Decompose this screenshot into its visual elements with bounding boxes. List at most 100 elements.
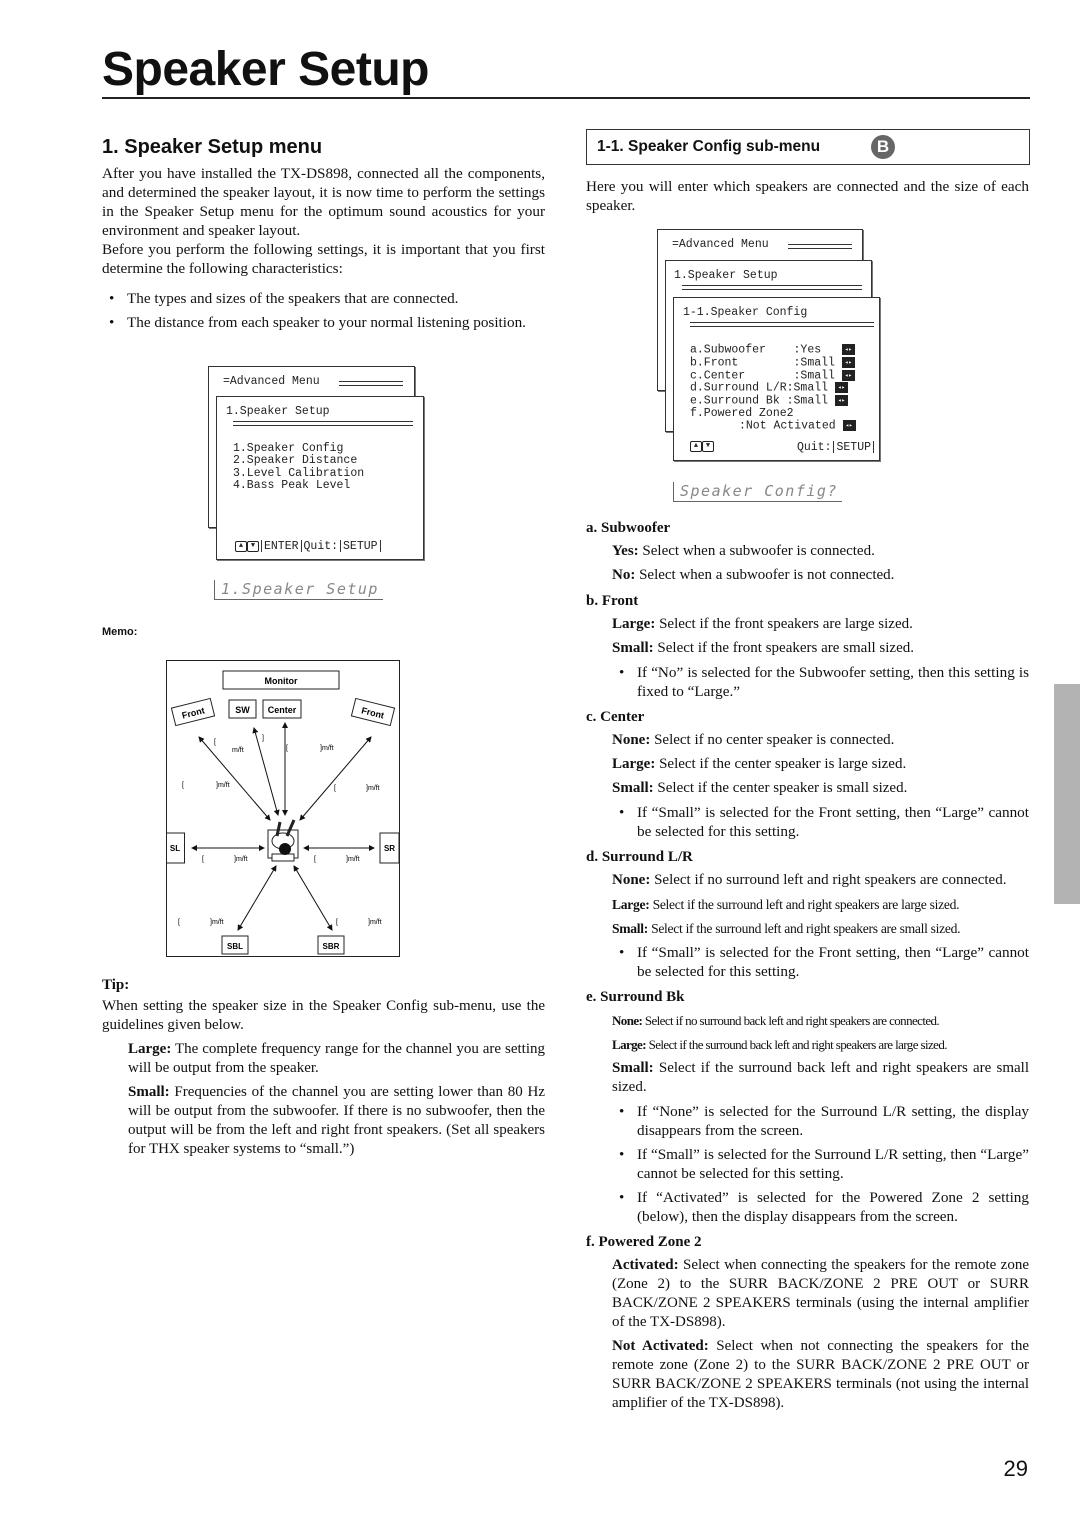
note: If “No” is selected for the Subwoofer se… <box>612 663 1029 701</box>
osd-zone-value: :Not Activated <box>739 419 836 433</box>
option-small: Small: Select if the front speakers are … <box>612 640 914 656</box>
distance-unit: ]m/ft <box>234 856 248 863</box>
up-arrow-icon: ▲ <box>235 540 247 552</box>
submenu-intro: Here you will enter which speakers are c… <box>586 178 1029 214</box>
tip-small: Small: Frequencies of the channel you ar… <box>128 1084 545 1157</box>
distance-bracket[interactable]: [ <box>178 919 180 926</box>
list-item: The distance from each speaker to your n… <box>102 313 545 332</box>
intro-paragraph: After you have installed the TX-DS898, c… <box>102 164 545 278</box>
speaker-layout-diagram: Monitor SW Center Front Front SL SR SBL … <box>166 660 400 957</box>
settings-sections: a. Subwoofer Yes: Select when a subwoofe… <box>586 520 1029 1418</box>
osd-menu-list: 1.Speaker Config 2.Speaker Distance 3.Le… <box>233 442 364 492</box>
osd-config-row[interactable]: d.Surround L/R:Small ◂▸ <box>690 382 856 395</box>
osd-zone-label[interactable]: f.Powered Zone2 <box>690 407 856 420</box>
osd-mid-title: 1.Speaker Setup <box>674 269 778 282</box>
option-small: Small: Select if the center speaker is s… <box>612 780 908 796</box>
sr-label: SR <box>384 844 395 853</box>
distance-bracket[interactable]: [ <box>314 856 316 863</box>
left-right-icon: ◂▸ <box>834 382 848 394</box>
distance-bracket[interactable]: [ <box>286 745 288 752</box>
osd-rule <box>682 285 862 290</box>
option-large: Large: Select if the surround back left … <box>612 1037 947 1052</box>
distance-bracket[interactable]: [ <box>334 785 336 792</box>
osd-setup-label: SETUP <box>836 441 871 455</box>
tip-large: Large: The complete frequency range for … <box>128 1041 545 1076</box>
lcd-display: 1.Speaker Setup <box>214 580 383 600</box>
option-large: Large: Select if the center speaker is l… <box>612 756 907 772</box>
badge-b-icon: B <box>871 135 895 159</box>
section-heading: e. Surround Bk <box>586 989 685 1005</box>
left-right-icon: ◂▸ <box>842 420 856 432</box>
sw-label: SW <box>235 705 250 715</box>
sl-label: SL <box>170 844 180 853</box>
osd-zone-row[interactable]: :Not Activated ◂▸ <box>690 420 856 433</box>
left-right-icon: ◂▸ <box>841 344 855 355</box>
osd-menu-item[interactable]: 4.Bass Peak Level <box>233 479 364 492</box>
note: If “Small” is selected for the Front set… <box>612 803 1029 841</box>
tip-heading: Tip: <box>102 977 130 993</box>
option-yes: Yes: Select when a subwoofer is connecte… <box>612 543 875 559</box>
note: If “Activated” is selected for the Power… <box>612 1188 1029 1226</box>
page-title: Speaker Setup <box>102 43 429 96</box>
section-heading: d. Surround L/R <box>586 849 693 865</box>
distance-bracket[interactable]: [ <box>202 856 204 863</box>
distance-unit: m/ft <box>232 747 244 754</box>
svg-text:]: ] <box>262 735 264 742</box>
left-right-icon: ◂▸ <box>834 395 848 407</box>
section-powered-zone2: f. Powered Zone 2 Activated: Select when… <box>586 1234 1029 1413</box>
lcd-display: Speaker Config? <box>673 482 842 502</box>
option-large: Large: Select if the front speakers are … <box>612 616 913 632</box>
option-no: No: Select when a subwoofer is not conne… <box>612 567 895 583</box>
osd-enter-label: ENTER <box>264 540 299 554</box>
osd-footer: ▲ ▼ Quit: SETUP <box>690 441 876 454</box>
osd-rule <box>339 381 403 386</box>
distance-unit: ]m/ft <box>216 782 230 789</box>
down-arrow-icon: ▼ <box>702 441 714 452</box>
intro-text-1: After you have installed the TX-DS898, c… <box>102 165 545 239</box>
monitor-label: Monitor <box>265 676 298 686</box>
distance-bracket[interactable]: [ <box>336 919 338 926</box>
page-number: 29 <box>1003 1456 1028 1481</box>
osd-back-title: =Advanced Menu <box>672 238 769 251</box>
option-large: Large: Select if the surround left and r… <box>612 897 960 912</box>
option-none: None: Select if no surround back left an… <box>612 1013 940 1028</box>
list-item: The types and sizes of the speakers that… <box>102 289 545 308</box>
option-none: None: Select if no center speaker is con… <box>612 732 895 748</box>
tip-large-label: Large: <box>128 1041 172 1057</box>
section-surround-bk: e. Surround Bk None: Select if no surrou… <box>586 989 1029 1226</box>
section-heading: a. Subwoofer <box>586 520 671 536</box>
osd-rule <box>233 421 413 426</box>
notes-list: If “None” is selected for the Surround L… <box>612 1102 1029 1226</box>
section-center: c. Center None: Select if no center spea… <box>586 709 1029 841</box>
osd-config-row[interactable]: a.Subwoofer :Yes ◂▸ <box>690 344 856 357</box>
note: If “Small” is selected for the Surround … <box>612 1145 1029 1183</box>
notes-list: If “Small” is selected for the Front set… <box>612 803 1029 841</box>
option-activated: Activated: Select when connecting the sp… <box>612 1257 1029 1330</box>
section-heading: 1. Speaker Setup menu <box>102 136 323 158</box>
osd-menu-item[interactable]: 2.Speaker Distance <box>233 454 364 467</box>
osd-config-row[interactable]: c.Center :Small ◂▸ <box>690 370 856 383</box>
left-right-icon: ◂▸ <box>841 356 855 368</box>
osd-setup-label: SETUP <box>343 540 378 554</box>
left-right-icon: ◂▸ <box>841 369 855 381</box>
submenu-heading-box: 1-1. Speaker Config sub-menu B <box>586 129 1030 165</box>
submenu-heading: 1-1. Speaker Config sub-menu <box>597 138 821 155</box>
osd-config-row[interactable]: b.Front :Small ◂▸ <box>690 357 856 370</box>
distance-unit: ]m/ft <box>366 785 380 792</box>
distance-bracket: [ <box>214 739 216 746</box>
option-small: Small: Select if the surround left and r… <box>612 921 961 936</box>
osd-front-panel: 1-1.Speaker Config a.Subwoofer :Yes ◂▸ b… <box>673 297 880 461</box>
intro-text-2: Before you perform the following setting… <box>102 241 545 277</box>
osd-config-list: a.Subwoofer :Yes ◂▸ b.Front :Small ◂▸ c.… <box>690 344 856 433</box>
title-divider <box>102 97 1030 99</box>
option-small: Small: Select if the surround back left … <box>612 1060 1029 1095</box>
osd-front-panel: 1.Speaker Setup 1.Speaker Config 2.Speak… <box>216 396 424 560</box>
section-heading: f. Powered Zone 2 <box>586 1234 702 1250</box>
distance-unit: ]m/ft <box>368 919 382 926</box>
distance-bracket[interactable]: [ <box>182 782 184 789</box>
section-front: b. Front Large: Select if the front spea… <box>586 593 1029 701</box>
osd-front-title: 1.Speaker Setup <box>226 405 330 418</box>
section-heading: b. Front <box>586 593 639 609</box>
chapter-side-tab <box>1054 684 1080 904</box>
notes-list: If “No” is selected for the Subwoofer se… <box>612 663 1029 701</box>
